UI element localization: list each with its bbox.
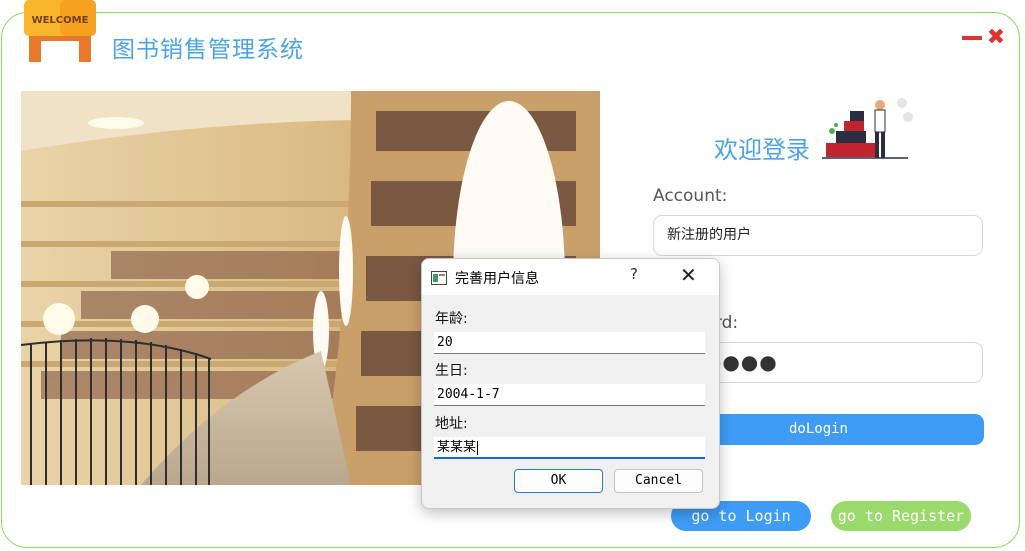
window-app-icon: [431, 270, 447, 285]
account-input[interactable]: 新注册的用户: [653, 215, 983, 256]
minimize-icon[interactable]: [962, 26, 982, 50]
birthday-input[interactable]: 2004-1-7: [434, 384, 705, 406]
address-label: 地址:: [435, 416, 468, 432]
dialog-title: 完善用户信息: [455, 271, 539, 287]
account-label: Account:: [653, 186, 728, 206]
reading-person-illustration: [822, 95, 914, 165]
close-icon[interactable]: ✖: [986, 26, 1006, 50]
dialog-titlebar[interactable]: 完善用户信息 ? ✕: [422, 259, 719, 295]
app-title: 图书销售管理系统: [112, 37, 304, 63]
age-label: 年龄:: [435, 311, 468, 327]
text-caret: [477, 440, 479, 455]
logo-text: WELCOME: [32, 15, 89, 26]
welcome-logo: WELCOME: [24, 0, 98, 64]
welcome-title: 欢迎登录: [714, 136, 810, 164]
age-input[interactable]: 20: [434, 332, 705, 354]
ok-button[interactable]: OK: [514, 469, 603, 493]
go-to-register-button[interactable]: go to Register: [831, 501, 971, 531]
birthday-label: 生日:: [435, 363, 468, 379]
help-icon[interactable]: ?: [626, 265, 642, 283]
cancel-button[interactable]: Cancel: [614, 469, 703, 493]
user-info-dialog: 完善用户信息 ? ✕ 年龄: 20 生日: 2004-1-7 地址: 某某某 O…: [421, 258, 720, 509]
dialog-close-icon[interactable]: ✕: [680, 263, 697, 287]
address-value: 某某某: [437, 440, 477, 455]
address-input[interactable]: 某某某: [434, 437, 705, 459]
